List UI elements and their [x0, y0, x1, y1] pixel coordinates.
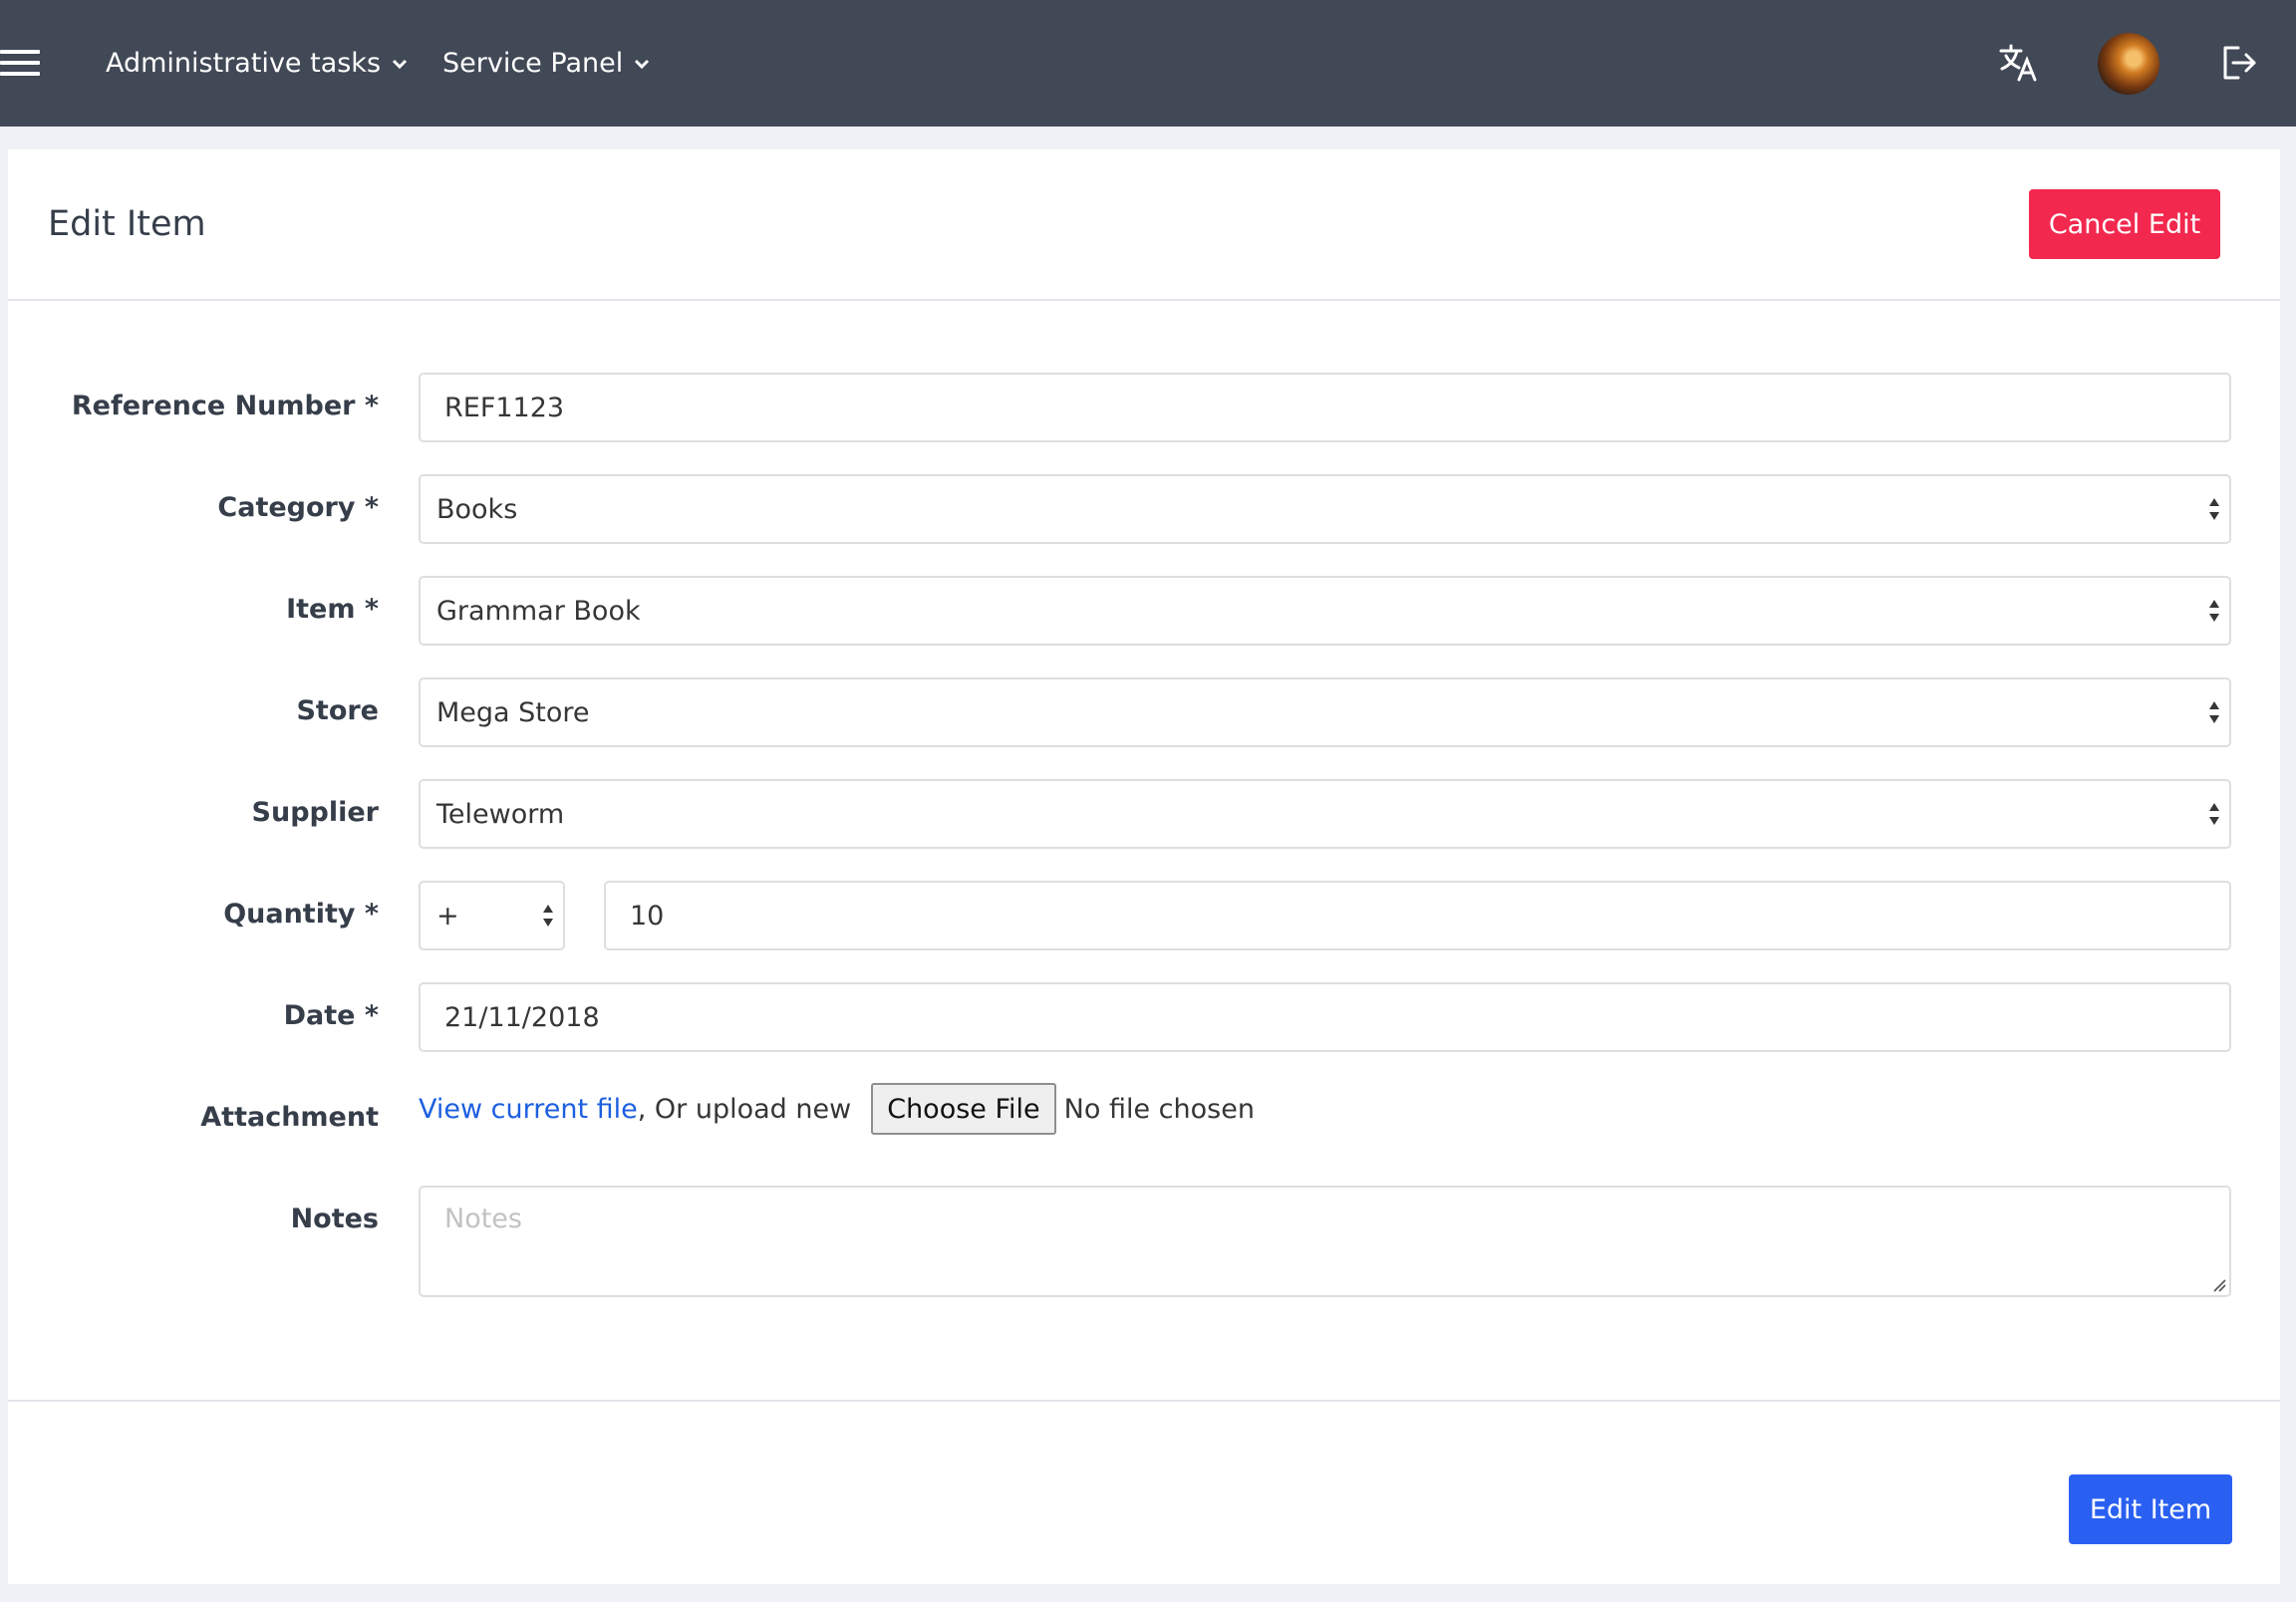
item-label: Item * — [286, 594, 379, 625]
notes-textarea[interactable]: Notes — [419, 1186, 2231, 1297]
category-value: Books — [436, 493, 518, 525]
date-label: Date * — [283, 1000, 379, 1031]
quantity-label: Quantity * — [223, 899, 379, 930]
store-label: Store — [296, 695, 379, 726]
menu-service-panel-label: Service Panel — [442, 48, 624, 79]
quantity-input[interactable]: 10 — [604, 881, 2231, 950]
notes-placeholder: Notes — [444, 1203, 522, 1234]
menu-administrative-tasks[interactable]: Administrative tasks — [106, 0, 409, 127]
file-status-text: No file chosen — [1063, 1093, 1255, 1125]
select-arrows-icon — [2209, 803, 2219, 825]
translate-icon[interactable] — [1999, 44, 2039, 82]
store-select[interactable]: Mega Store — [419, 677, 2231, 747]
user-avatar[interactable] — [2098, 33, 2159, 95]
edit-item-submit-button[interactable]: Edit Item — [2069, 1474, 2232, 1544]
select-arrows-icon — [2209, 600, 2219, 622]
quantity-value: 10 — [630, 900, 665, 932]
supplier-value: Teleworm — [436, 798, 565, 830]
date-value: 21/11/2018 — [444, 1001, 600, 1033]
top-navbar: Administrative tasks Service Panel — [0, 0, 2296, 127]
category-select[interactable]: Books — [419, 474, 2231, 544]
chevron-down-icon — [392, 59, 408, 69]
reference-number-input[interactable]: REF1123 — [419, 373, 2231, 442]
category-label: Category * — [217, 492, 379, 523]
logout-icon[interactable] — [2220, 44, 2258, 82]
quantity-sign-select[interactable]: + — [419, 881, 565, 950]
item-value: Grammar Book — [436, 595, 641, 627]
menu-administrative-tasks-label: Administrative tasks — [106, 48, 382, 79]
footer-divider — [8, 1400, 2280, 1402]
date-input[interactable]: 21/11/2018 — [419, 982, 2231, 1052]
upload-new-text: , Or upload new — [637, 1093, 852, 1125]
attachment-label: Attachment — [200, 1102, 379, 1133]
reference-number-value: REF1123 — [444, 392, 565, 423]
chevron-down-icon — [635, 59, 650, 69]
menu-service-panel[interactable]: Service Panel — [442, 0, 651, 127]
quantity-sign-value: + — [436, 900, 459, 932]
cancel-edit-button[interactable]: Cancel Edit — [2029, 189, 2220, 259]
resize-handle-icon[interactable] — [2212, 1278, 2226, 1292]
item-select[interactable]: Grammar Book — [419, 576, 2231, 646]
attachment-row: View current file , Or upload new Choose… — [419, 1081, 1255, 1137]
view-current-file-link[interactable]: View current file — [419, 1094, 638, 1125]
page-title: Edit Item — [48, 204, 206, 244]
select-arrows-icon — [2209, 701, 2219, 723]
store-value: Mega Store — [436, 696, 590, 728]
hamburger-icon[interactable] — [0, 46, 40, 80]
supplier-select[interactable]: Teleworm — [419, 779, 2231, 849]
card-header: Edit Item Cancel Edit — [8, 149, 2280, 301]
supplier-label: Supplier — [251, 797, 379, 828]
select-arrows-icon — [2209, 498, 2219, 520]
select-arrows-icon — [543, 905, 553, 927]
edit-item-card: Edit Item Cancel Edit Reference Number *… — [8, 149, 2280, 1584]
notes-label: Notes — [290, 1203, 379, 1234]
reference-number-label: Reference Number * — [71, 391, 379, 421]
choose-file-button[interactable]: Choose File — [871, 1083, 1056, 1135]
